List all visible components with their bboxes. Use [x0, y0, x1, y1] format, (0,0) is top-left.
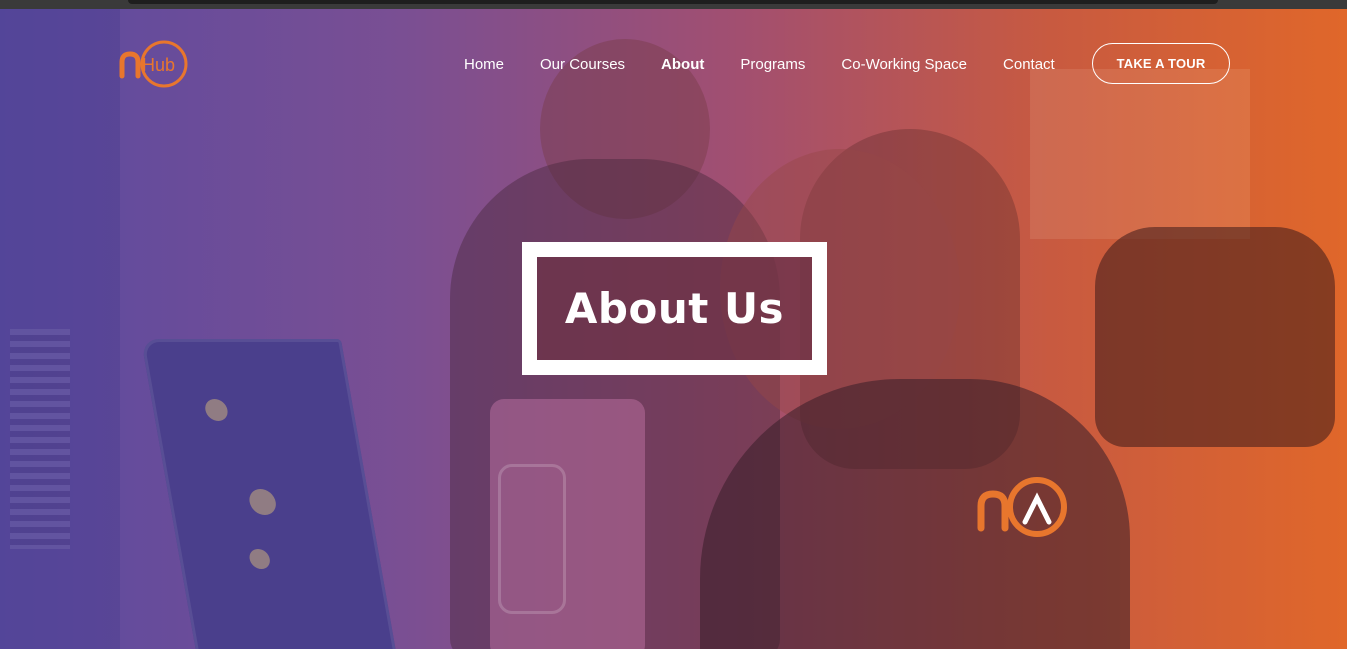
office-chair	[1095, 227, 1335, 447]
nhub-logo-icon[interactable]: Hub	[118, 38, 190, 90]
nav-item-co-working-space[interactable]: Co-Working Space	[841, 56, 967, 73]
nav-item-contact[interactable]: Contact	[1003, 56, 1055, 73]
logo-wordmark: Hub	[142, 55, 175, 75]
nav-item-home[interactable]: Home	[464, 56, 504, 73]
shirt-logo-icon	[977, 477, 1067, 537]
nav-item-our-courses[interactable]: Our Courses	[540, 56, 625, 73]
hero-banner: Hub Home Our Courses About Programs Co-W…	[0, 9, 1347, 649]
laptop-sticker	[247, 549, 272, 569]
laptop	[140, 339, 400, 649]
laptop-sticker	[203, 399, 230, 421]
take-a-tour-button[interactable]: TAKE A TOUR	[1092, 43, 1230, 84]
background-shelf	[1030, 69, 1250, 239]
page-title: About Us	[564, 284, 785, 333]
bottle-window	[498, 464, 566, 614]
scrollbar-track	[128, 0, 1218, 4]
page-title-panel: About Us	[537, 257, 812, 360]
page-title-frame: About Us	[522, 242, 827, 375]
main-nav: Home Our Courses About Programs Co-Worki…	[464, 51, 1091, 77]
browser-top-strip	[0, 0, 1347, 9]
nav-item-about[interactable]: About	[661, 56, 704, 73]
window-blind	[10, 329, 70, 549]
laptop-sticker	[247, 489, 278, 515]
nav-item-programs[interactable]: Programs	[740, 56, 805, 73]
